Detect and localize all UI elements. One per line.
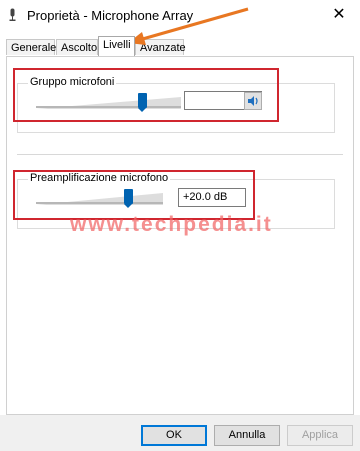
apply-button[interactable]: Applica — [287, 425, 353, 446]
title-bar: Proprietà - Microphone Array ✕ — [0, 0, 360, 30]
microphone-icon — [9, 8, 16, 21]
dialog-footer: OK Annulla Applica — [0, 415, 360, 451]
window-title: Proprietà - Microphone Array — [27, 8, 194, 23]
ok-button[interactable]: OK — [141, 425, 207, 446]
close-icon: ✕ — [332, 6, 346, 23]
tab-livelli[interactable]: Livelli — [98, 36, 135, 56]
cancel-button[interactable]: Annulla — [214, 425, 280, 446]
close-button[interactable]: ✕ — [328, 5, 350, 25]
tab-generale[interactable]: Generale — [6, 39, 56, 55]
highlight-box-microphone — [13, 68, 279, 122]
tab-ascolto[interactable]: Ascolto — [56, 39, 98, 55]
watermark: www.techpedia.it — [70, 213, 273, 236]
section-separator — [17, 154, 343, 155]
tab-avanzate[interactable]: Avanzate — [135, 39, 186, 55]
